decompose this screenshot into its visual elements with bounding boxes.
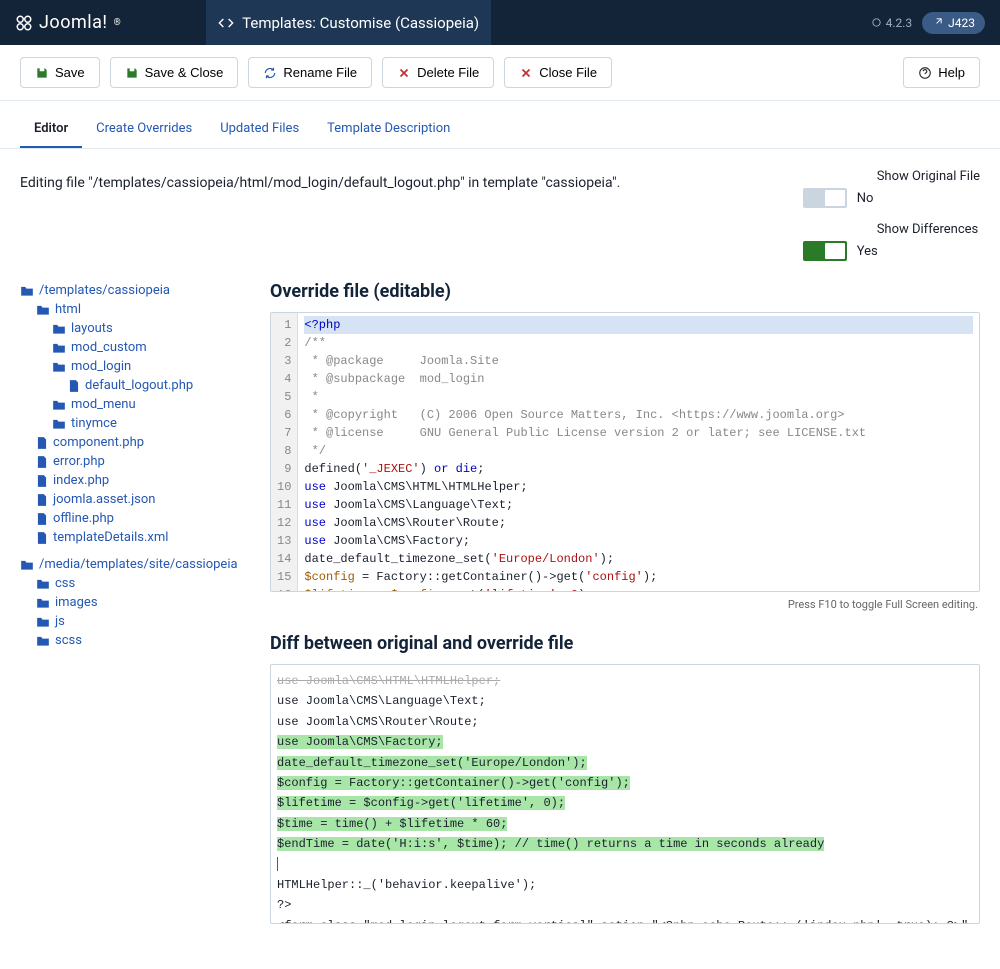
tree-file-error[interactable]: error.php: [36, 452, 250, 471]
tree-folder-js[interactable]: js: [36, 612, 250, 631]
file-icon: [36, 512, 48, 526]
file-icon: [36, 436, 48, 450]
tree-root-templates[interactable]: /templates/cassiopeia: [20, 281, 250, 300]
joomla-small-icon: [871, 17, 882, 28]
header-right: 4.2.3 J423: [871, 12, 985, 34]
folder-icon: [36, 597, 50, 609]
joomla-logo[interactable]: Joomla! ®: [15, 12, 121, 33]
tree-folder-html[interactable]: html: [36, 300, 250, 319]
toggle-group: Show Original File No Show Differences Y…: [803, 169, 980, 261]
help-icon: [918, 66, 932, 80]
folder-icon: [20, 285, 34, 297]
delete-button[interactable]: Delete File: [382, 57, 494, 88]
code-icon: [218, 15, 234, 31]
folder-icon: [52, 342, 66, 354]
fullscreen-hint: Press F10 to toggle Full Screen editing.: [270, 592, 980, 611]
tree-folder-mod-login[interactable]: mod_login: [52, 357, 250, 376]
tree-root-media[interactable]: /media/templates/site/cassiopeia: [20, 555, 250, 574]
line-gutter: 1234567891011121314151617181920212223242…: [271, 313, 298, 591]
tree-folder-images[interactable]: images: [36, 593, 250, 612]
tree-file-component[interactable]: component.php: [36, 433, 250, 452]
show-original-value: No: [857, 191, 874, 206]
external-link-icon: [932, 17, 943, 28]
close-file-button[interactable]: Close File: [504, 57, 612, 88]
version-indicator[interactable]: 4.2.3: [871, 16, 913, 30]
diff-viewer[interactable]: use Joomla\CMS\HTML\HTMLHelper; use Joom…: [270, 664, 980, 924]
code-body[interactable]: <?php /** * @package Joomla.Site * @subp…: [298, 313, 979, 591]
folder-icon: [36, 578, 50, 590]
override-title: Override file (editable): [270, 281, 980, 302]
save-icon: [35, 66, 49, 80]
tab-create-overrides[interactable]: Create Overrides: [82, 111, 206, 148]
folder-icon: [52, 361, 66, 373]
tree-file-index[interactable]: index.php: [36, 471, 250, 490]
code-editor[interactable]: 1234567891011121314151617181920212223242…: [270, 312, 980, 592]
tree-file-template-details[interactable]: templateDetails.xml: [36, 528, 250, 547]
show-diff-toggle[interactable]: [803, 241, 847, 261]
file-icon: [68, 379, 80, 393]
tree-folder-layouts[interactable]: layouts: [52, 319, 250, 338]
tab-editor[interactable]: Editor: [20, 111, 82, 148]
page-title-bar: Templates: Customise (Cassiopeia): [206, 0, 491, 45]
tree-folder-scss[interactable]: scss: [36, 631, 250, 650]
show-original-label: Show Original File: [803, 169, 980, 184]
app-header: Joomla! ® Templates: Customise (Cassiope…: [0, 0, 1000, 45]
close-icon: [519, 66, 533, 80]
folder-icon: [36, 616, 50, 628]
joomla-icon: [15, 14, 33, 32]
page-title: Templates: Customise (Cassiopeia): [242, 14, 479, 32]
folder-icon: [20, 559, 34, 571]
close-icon: [397, 66, 411, 80]
brand-text: Joomla!: [39, 12, 108, 33]
file-icon: [36, 455, 48, 469]
tree-file-offline[interactable]: offline.php: [36, 509, 250, 528]
file-icon: [36, 474, 48, 488]
tree-folder-css[interactable]: css: [36, 574, 250, 593]
tree-folder-mod-custom[interactable]: mod_custom: [52, 338, 250, 357]
folder-icon: [52, 399, 66, 411]
tree-folder-mod-menu[interactable]: mod_menu: [52, 395, 250, 414]
tree-folder-tinymce[interactable]: tinymce: [52, 414, 250, 433]
folder-icon: [36, 635, 50, 647]
tab-bar: Editor Create Overrides Updated Files Te…: [0, 111, 1000, 149]
file-icon: [36, 531, 48, 545]
sync-icon: [263, 66, 277, 80]
save-button[interactable]: Save: [20, 57, 100, 88]
folder-icon: [52, 418, 66, 430]
show-original-toggle[interactable]: [803, 188, 847, 208]
diff-title: Diff between original and override file: [270, 633, 980, 654]
save-close-button[interactable]: Save & Close: [110, 57, 239, 88]
save-icon: [125, 66, 139, 80]
help-button[interactable]: Help: [903, 57, 980, 88]
show-diff-label: Show Differences: [803, 222, 979, 237]
editing-file-message: Editing file "/templates/cassiopeia/html…: [20, 169, 620, 211]
folder-icon: [52, 323, 66, 335]
tab-template-description[interactable]: Template Description: [313, 111, 464, 148]
user-badge[interactable]: J423: [922, 12, 985, 34]
tree-file-joomla-asset[interactable]: joomla.asset.json: [36, 490, 250, 509]
file-tree: /templates/cassiopeia html layouts mod_c…: [20, 281, 250, 924]
tree-file-default-logout[interactable]: default_logout.php: [68, 376, 250, 395]
toolbar: Save Save & Close Rename File Delete Fil…: [0, 45, 1000, 101]
tab-updated-files[interactable]: Updated Files: [206, 111, 313, 148]
file-icon: [36, 493, 48, 507]
folder-icon: [36, 304, 50, 316]
show-diff-value: Yes: [857, 244, 878, 259]
rename-button[interactable]: Rename File: [248, 57, 372, 88]
